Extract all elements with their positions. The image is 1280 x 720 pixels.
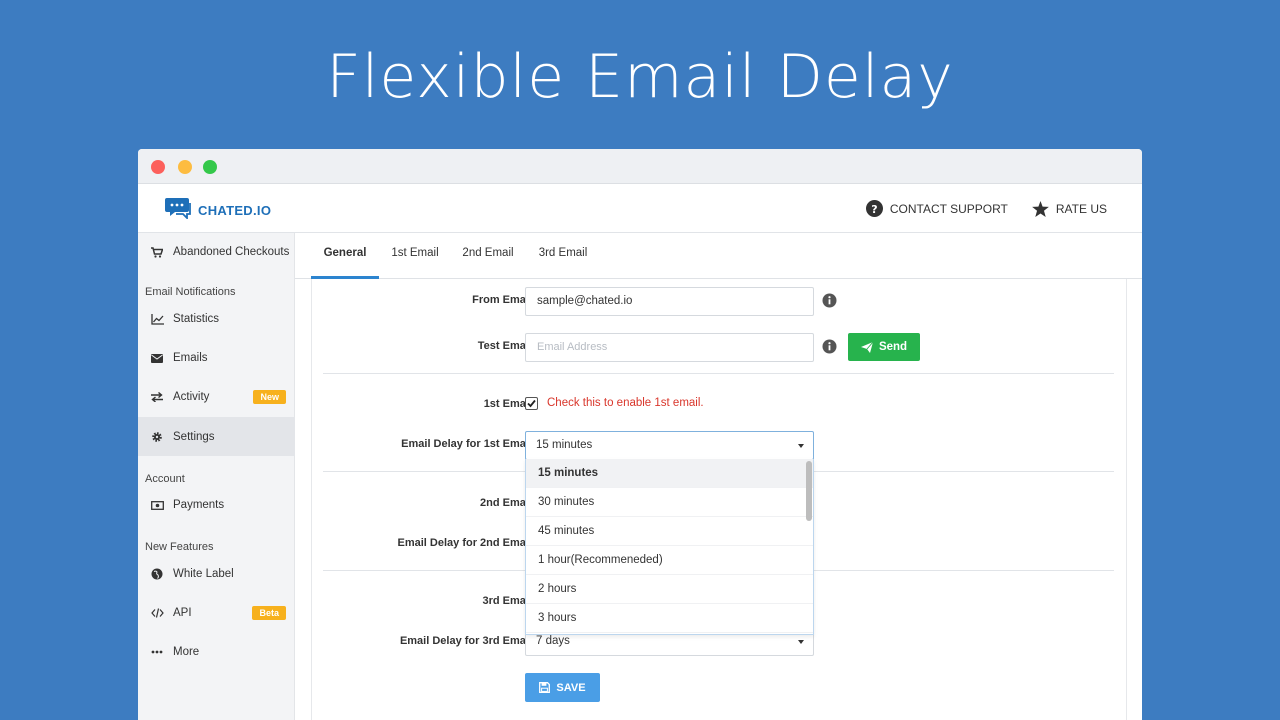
sidebar-item-api[interactable]: API Beta — [138, 594, 295, 632]
first-email-checkbox[interactable] — [525, 397, 538, 410]
star-icon — [1032, 200, 1049, 217]
first-email-hint: Check this to enable 1st email. — [547, 397, 704, 409]
contact-support-label: CONTACT SUPPORT — [889, 201, 1008, 216]
cart-icon — [150, 245, 164, 259]
sidebar-item-white-label[interactable]: White Label — [138, 555, 295, 593]
sidebar-item-abandoned-checkouts[interactable]: Abandoned Checkouts — [138, 233, 295, 271]
delay-third-email-value: 7 days — [536, 635, 570, 647]
delay-option[interactable]: 30 minutes — [526, 488, 813, 517]
send-button-label: Send — [878, 341, 908, 353]
general-settings-form: From Email sample@chated.io Test Email E… — [311, 279, 1127, 720]
sidebar-section-new-features: New Features — [145, 541, 214, 553]
from-email-label: From Email — [472, 294, 532, 306]
sidebar-item-more[interactable]: More — [138, 633, 295, 671]
sidebar-item-label: White Label — [173, 568, 234, 580]
contact-support-link[interactable]: ? CONTACT SUPPORT — [865, 200, 1008, 217]
ellipsis-icon — [150, 645, 164, 659]
section-divider — [323, 373, 1114, 374]
sidebar-item-label: Emails — [173, 352, 208, 364]
app-window: CHATED.IO ? CONTACT SUPPORT RATE US Aban… — [138, 149, 1142, 720]
rate-us-link[interactable]: RATE US — [1032, 200, 1107, 217]
paper-plane-icon — [860, 341, 873, 353]
first-email-label: 1st Email — [483, 398, 532, 410]
code-icon — [150, 606, 164, 620]
new-badge: New — [253, 390, 286, 404]
delay-option[interactable]: 1 hour(Recommeneded) — [526, 546, 813, 575]
delay-option[interactable]: 3 hours — [526, 604, 813, 633]
delay-first-email-value: 15 minutes — [536, 439, 593, 451]
help-icon: ? — [865, 200, 883, 217]
sidebar-item-label: API — [173, 607, 192, 619]
sidebar-item-label: Abandoned Checkouts — [173, 246, 290, 258]
save-button-label: SAVE — [556, 681, 586, 694]
sidebar-item-statistics[interactable]: Statistics — [138, 300, 295, 338]
sidebar-section-email-notifications: Email Notifications — [145, 286, 236, 298]
gear-icon — [150, 430, 164, 444]
send-test-email-button[interactable]: Send — [848, 333, 920, 361]
rate-us-label: RATE US — [1055, 201, 1107, 216]
test-email-info-icon[interactable] — [822, 339, 837, 359]
delay-first-email-select[interactable]: 15 minutes — [525, 431, 814, 460]
delay-third-email-label: Email Delay for 3rd Email — [399, 635, 532, 647]
exchange-icon — [150, 390, 164, 404]
globe-icon — [150, 567, 164, 581]
settings-tabs: General 1st Email 2nd Email 3rd Email — [295, 233, 1142, 279]
window-minimize-button[interactable] — [178, 160, 192, 174]
sidebar-item-emails[interactable]: Emails — [138, 339, 295, 377]
window-titlebar — [138, 149, 1142, 184]
delay-first-email-label: Email Delay for 1st Email — [401, 438, 532, 450]
delay-options-dropdown: 15 minutes 30 minutes 45 minutes 1 hour(… — [525, 459, 814, 635]
app-logo[interactable]: CHATED.IO — [165, 197, 271, 224]
window-close-button[interactable] — [151, 160, 165, 174]
third-email-label: 3rd Email — [482, 595, 532, 607]
sidebar-item-label: Activity — [173, 391, 210, 403]
logo-text: CHATED.IO — [198, 203, 272, 218]
save-button[interactable]: SAVE — [525, 673, 600, 702]
beta-badge: Beta — [252, 606, 286, 620]
delay-option[interactable]: 15 minutes — [526, 459, 813, 488]
sidebar-item-label: Payments — [173, 499, 225, 511]
delay-option[interactable]: 45 minutes — [526, 517, 813, 546]
app-header: CHATED.IO ? CONTACT SUPPORT RATE US — [138, 184, 1142, 233]
sidebar-item-label: More — [173, 646, 200, 658]
test-email-input[interactable]: Email Address — [525, 333, 814, 362]
dropdown-scrollbar[interactable] — [806, 461, 812, 521]
envelope-icon — [150, 351, 164, 365]
tab-3rd-email[interactable]: 3rd Email — [535, 233, 591, 279]
window-maximize-button[interactable] — [203, 160, 217, 174]
sidebar-item-label: Statistics — [173, 313, 220, 325]
checkmark-icon — [527, 399, 536, 408]
money-icon — [150, 498, 164, 512]
from-email-info-icon[interactable] — [822, 293, 837, 313]
sidebar-section-account: Account — [145, 473, 185, 485]
tab-1st-email[interactable]: 1st Email — [388, 233, 442, 279]
delay-second-email-label: Email Delay for 2nd Email — [397, 537, 533, 549]
floppy-disk-icon — [539, 682, 551, 693]
chevron-down-icon — [798, 640, 804, 644]
tab-2nd-email[interactable]: 2nd Email — [459, 233, 517, 279]
test-email-label: Test Email — [477, 340, 532, 352]
sidebar: Abandoned Checkouts Email Notifications … — [138, 233, 295, 720]
delay-option[interactable]: 2 hours — [526, 575, 813, 604]
chevron-down-icon — [798, 444, 804, 448]
sidebar-item-settings[interactable]: Settings — [138, 417, 295, 456]
line-chart-icon — [150, 312, 164, 326]
from-email-field[interactable]: sample@chated.io — [525, 287, 814, 316]
chat-bubble-icon — [165, 197, 192, 224]
tab-general[interactable]: General — [311, 233, 379, 279]
hero-title: Flexible Email Delay — [326, 42, 954, 112]
svg-text:?: ? — [871, 203, 877, 216]
second-email-label: 2nd Email — [480, 497, 532, 509]
sidebar-item-label: Settings — [173, 430, 215, 443]
sidebar-item-payments[interactable]: Payments — [138, 486, 295, 524]
sidebar-item-activity[interactable]: Activity New — [138, 378, 295, 416]
